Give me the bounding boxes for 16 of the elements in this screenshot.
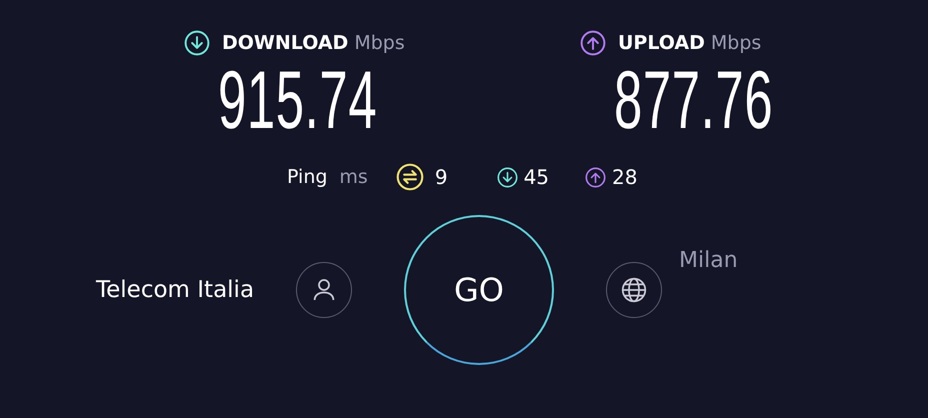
provider-name: Telecom Italia [96, 277, 254, 303]
ping-label: Ping [287, 166, 328, 188]
unit-label: Mbps [354, 32, 405, 54]
metric-label: DOWNLOAD [222, 32, 348, 54]
unit-label: Mbps [710, 32, 762, 54]
globe-icon [606, 262, 662, 318]
ping-value: 9 [434, 165, 448, 189]
unit-label: ms [339, 166, 368, 188]
metric-label: UPLOAD [618, 32, 705, 54]
go-button[interactable]: GO [404, 215, 554, 365]
user-icon [296, 262, 352, 318]
server-location: Milan [679, 248, 738, 273]
ping-value: 45 [524, 165, 550, 189]
speed-value: 915.74 [218, 62, 378, 140]
speed-value: 877.76 [614, 62, 774, 140]
ping-value: 28 [612, 165, 638, 189]
